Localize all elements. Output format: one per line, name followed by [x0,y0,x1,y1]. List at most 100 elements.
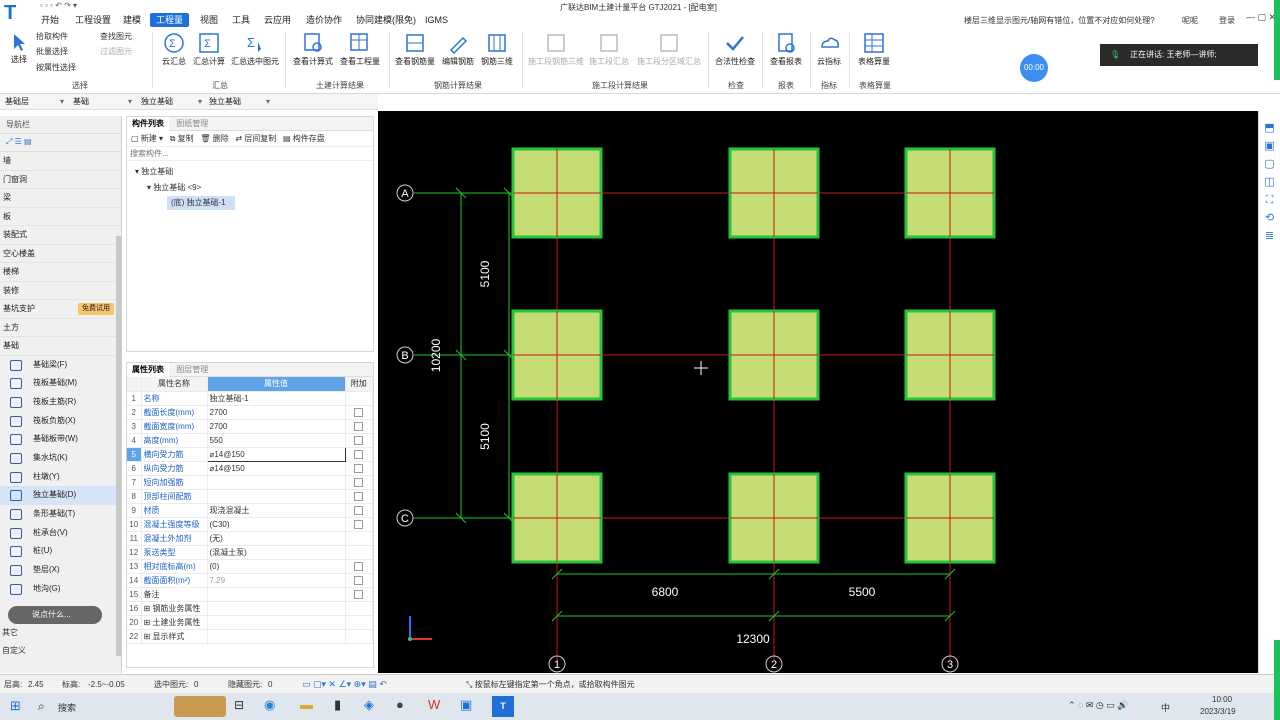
menu-start[interactable]: 开始 [41,13,59,27]
login-link[interactable]: 登录 [1219,15,1235,26]
property-value[interactable]: 2700 [207,419,346,434]
property-row[interactable]: 16 ⊞ 钢筋业务属性 [127,601,373,616]
help-question-link[interactable]: 楼层三维显示图元/轴网有错位，位置不对应如何处理? [964,15,1155,26]
nav-subitem[interactable]: 独立基础(D) [0,486,121,505]
property-row[interactable]: 14 截面面积(m²) 7.29 [127,573,373,588]
property-row[interactable]: 3 截面宽度(mm) 2700 [127,419,373,434]
view-side-icon[interactable]: ▢ [1259,155,1280,173]
folder-icon[interactable]: ▬ [300,697,313,712]
property-value[interactable]: 2700 [207,405,346,420]
copy-between-floors-button[interactable]: ⇄ 层间复制 [235,134,276,143]
validity-check-button[interactable]: 合法性检查 [712,32,758,67]
extra-checkbox[interactable] [354,477,364,487]
tray-icons[interactable]: ⌃ ◌ ✉ ◷ ▭ 🔊 [1068,700,1129,711]
user-name[interactable]: 呢呢 [1182,15,1198,26]
segment-rebar-3d-button[interactable]: 施工段钢筋三维 [528,32,584,67]
property-row[interactable]: 10 混凝土强度等级 (C30) [127,517,373,532]
menu-tools[interactable]: 工具 [232,13,250,27]
extra-checkbox[interactable] [354,421,364,431]
floor-plan-svg[interactable]: A B C 1 2 3 5100 5100 10200 6800 5500 12300 [378,111,1258,673]
property-row[interactable]: 15 备注 [127,587,373,602]
quick-access-toolbar[interactable]: ▫ ▫ ▫ ↶ ↷ ▾ [40,1,77,10]
nav-subitem[interactable]: 桩承台(V) [0,524,121,543]
tree-item-selected[interactable]: (底) 独立基础-1 [167,196,235,210]
rotate-icon[interactable]: ⟲ [1259,209,1280,227]
extra-checkbox-cell[interactable] [345,461,373,476]
summary-selected-button[interactable]: Σ 汇总选中图元 [228,32,282,67]
nav-category[interactable]: 墙 [0,152,121,171]
property-value[interactable]: 7.29 [207,573,346,588]
property-value[interactable]: 独立基础-1 [207,391,346,406]
view-rebar-button[interactable]: 查看钢筋量 [393,32,437,67]
extra-checkbox[interactable] [354,561,364,571]
property-row[interactable]: 4 高度(mm) 550 [127,433,373,448]
component-search-input[interactable] [127,147,373,161]
select-button[interactable]: 选择 [6,32,32,65]
taskbar-search[interactable]: 搜索 [58,701,76,714]
snap-tools[interactable]: ▭ ▢▾ ✕ ∠▾ ⊕▾ ▤ ↶ [302,677,387,692]
nav-category[interactable]: 装修 [0,282,121,300]
extra-checkbox[interactable] [354,449,364,459]
copy-component-button[interactable]: ⧉ 复制 [170,134,194,143]
nav-category[interactable]: 楼梯 [0,263,121,282]
tree-root[interactable]: ▾ 独立基础 [127,164,373,180]
filter-element-button[interactable]: 过滤图元 [100,46,132,57]
nav-subitem[interactable]: 条形基础(T) [0,505,121,524]
property-value[interactable]: ⌀14@150 [206,446,346,462]
nav-custom[interactable]: 自定义 [2,645,26,656]
extra-checkbox-cell[interactable] [345,447,373,462]
nav-category[interactable]: 装配式 [0,226,121,245]
component-select[interactable]: 独立基础 [206,95,272,109]
windows-start-icon[interactable]: ⊞ [10,698,21,714]
menu-cloud[interactable]: 云应用 [264,13,291,27]
delete-component-button[interactable]: 🗑 删除 [200,134,228,143]
nav-subitem[interactable]: 桩(U) [0,542,121,561]
extra-checkbox-cell[interactable] [345,503,373,518]
segment-summary-button[interactable]: 施工段汇总 [586,32,632,67]
meeting-timer[interactable]: 00:00 [1020,54,1048,82]
drawing-canvas[interactable]: A B C 1 2 3 5100 5100 10200 6800 5500 12300 [378,111,1258,673]
property-row[interactable]: 7 短向加强筋 [127,475,373,490]
nav-category[interactable]: 基坑支护 免费试用 [0,300,121,319]
nav-subitem[interactable]: 基础梁(F) [0,356,121,375]
extra-checkbox[interactable] [354,435,364,445]
view-formula-button[interactable]: 查看计算式 [291,32,335,67]
zoom-extent-icon[interactable]: ⛶ [1259,191,1280,209]
property-value[interactable] [207,601,346,616]
nav-subitem[interactable]: 柱墩(Y) [0,468,121,487]
property-row[interactable]: 8 顶部柱间配筋 [127,489,373,504]
menu-modeling[interactable]: 建模 [123,13,141,27]
property-row[interactable]: 12 泵送类型 (混凝土泵) [127,545,373,560]
cloud-index-button[interactable]: 云指标 [813,32,845,67]
view-top-icon[interactable]: ⬒ [1259,119,1280,137]
tree-group[interactable]: ▾ 独立基础 <9> [127,180,373,196]
nav-view-toggles[interactable]: ⤢ ☰ ▤ [0,134,121,152]
nav-category[interactable]: 梁 [0,189,121,208]
extra-checkbox[interactable] [354,589,364,599]
tab-drawing-management[interactable]: 图纸管理 [171,117,213,131]
nav-category[interactable]: 门窗洞 [0,171,121,189]
nav-subitem[interactable]: 垫层(X) [0,561,121,580]
extra-checkbox[interactable] [354,519,364,529]
pick-component-button[interactable]: 拾取构件 [36,31,68,42]
property-value[interactable] [207,629,346,644]
menu-igms[interactable]: IGMS [425,13,448,27]
extra-checkbox[interactable] [354,491,364,501]
segment-region-summary-button[interactable]: 施工段分区域汇总 [634,32,704,67]
property-row[interactable]: 20 ⊞ 土建业务属性 [127,615,373,630]
extra-checkbox[interactable] [354,407,364,417]
cloud-summary-button[interactable]: Σ 云汇总 [158,32,190,67]
property-value[interactable]: ⌀14@150 [207,461,346,476]
tab-layer-management[interactable]: 图层管理 [171,363,213,377]
nav-category[interactable]: 空心楼盖 [0,245,121,263]
property-value[interactable] [207,615,346,630]
property-value[interactable]: (无) [207,531,346,546]
property-value[interactable] [207,475,346,490]
extra-checkbox-cell[interactable] [345,489,373,504]
view-front-icon[interactable]: ▣ [1259,137,1280,155]
nav-subitem[interactable]: 集水坑(K) [0,449,121,468]
extra-checkbox-cell[interactable] [345,405,373,420]
rebar-3d-button[interactable]: 钢筋三维 [479,32,515,67]
gtj-app-icon[interactable]: T [492,696,514,717]
property-value[interactable]: (C30) [207,517,346,532]
